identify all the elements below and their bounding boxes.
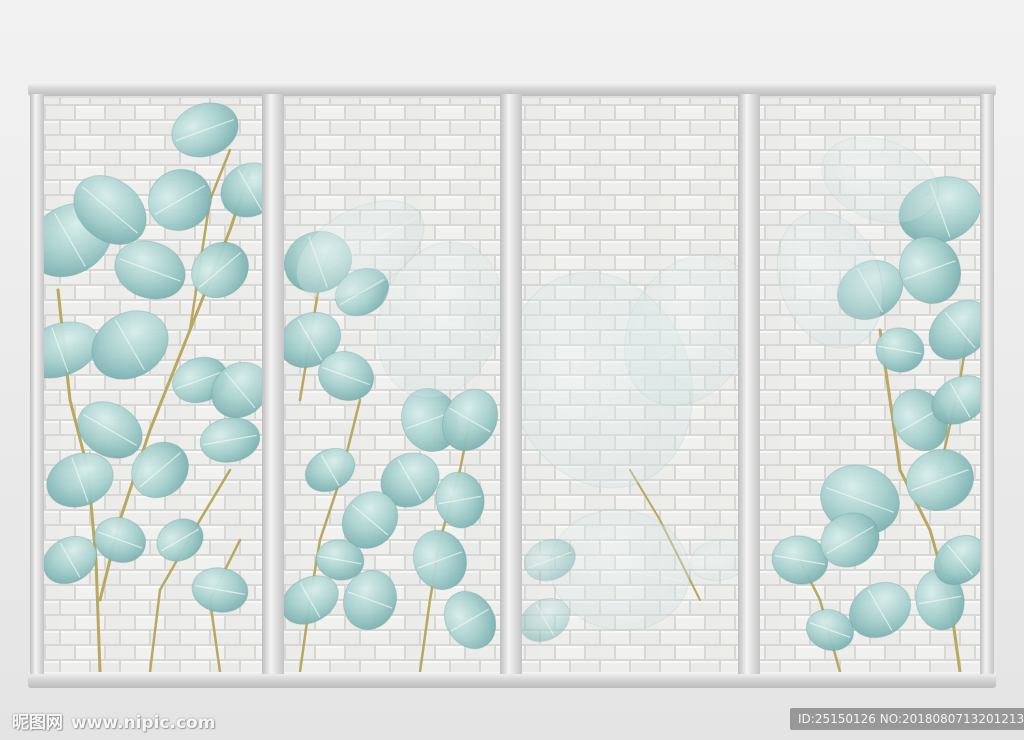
watermark-site: www.nipic.com [71,713,216,733]
bottom-rail [28,672,996,688]
post-2 [500,94,522,674]
post-1 [262,94,284,674]
top-rail [28,82,996,96]
watermark-brand-name: 昵图网 [12,713,63,733]
post-left [30,94,44,674]
watermark-id: ID:25150126 NO:20180807132012133031 [790,708,1024,730]
watermark-brand: 昵图网 www.nipic.com [12,708,215,733]
post-3 [738,94,760,674]
post-right [980,94,994,674]
mural-scene [28,82,996,688]
